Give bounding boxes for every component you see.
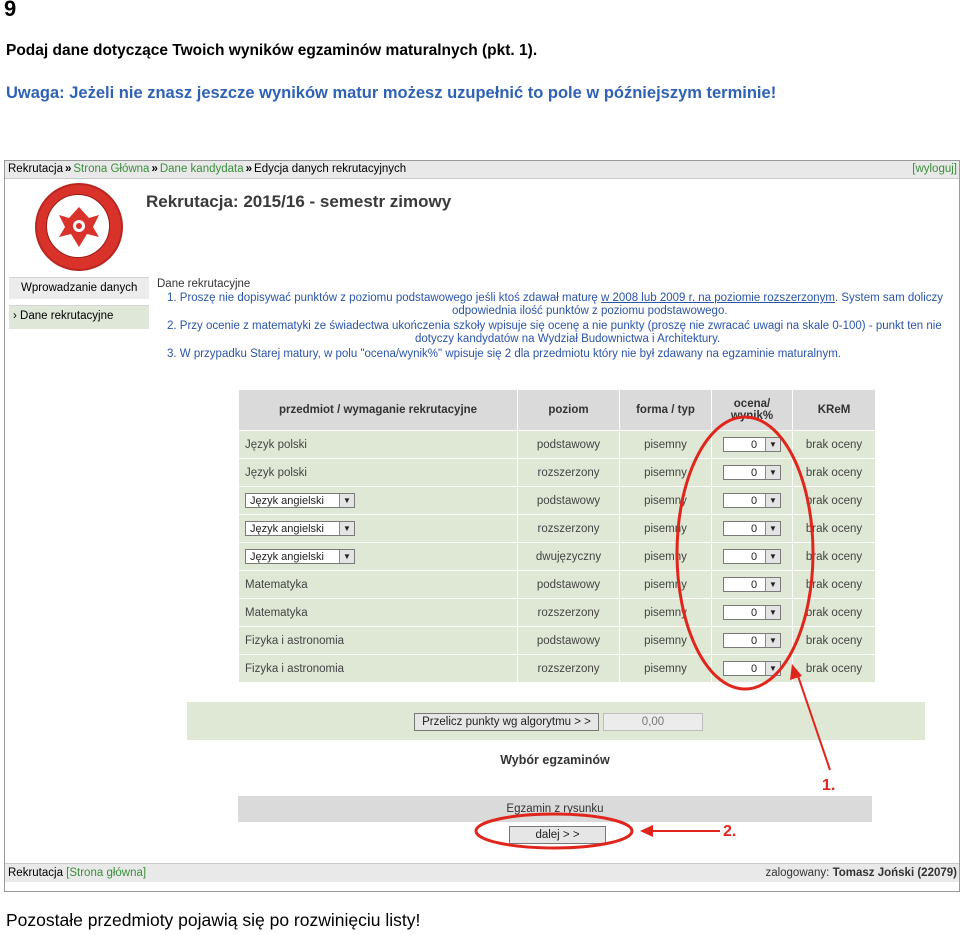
bottom-note: Pozostałe przedmioty pojawią się po rozw… [6, 910, 421, 930]
arrow-2-head-icon [640, 825, 653, 837]
arrow-1-line [795, 669, 831, 771]
annotation-label-1: 1. [822, 777, 836, 794]
grade-column-highlight [675, 415, 815, 691]
next-button-highlight [474, 812, 634, 850]
annotation-label-2: 2. [723, 823, 737, 840]
arrow-1-head-icon [790, 664, 802, 680]
annotation-overlay [474, 415, 831, 850]
